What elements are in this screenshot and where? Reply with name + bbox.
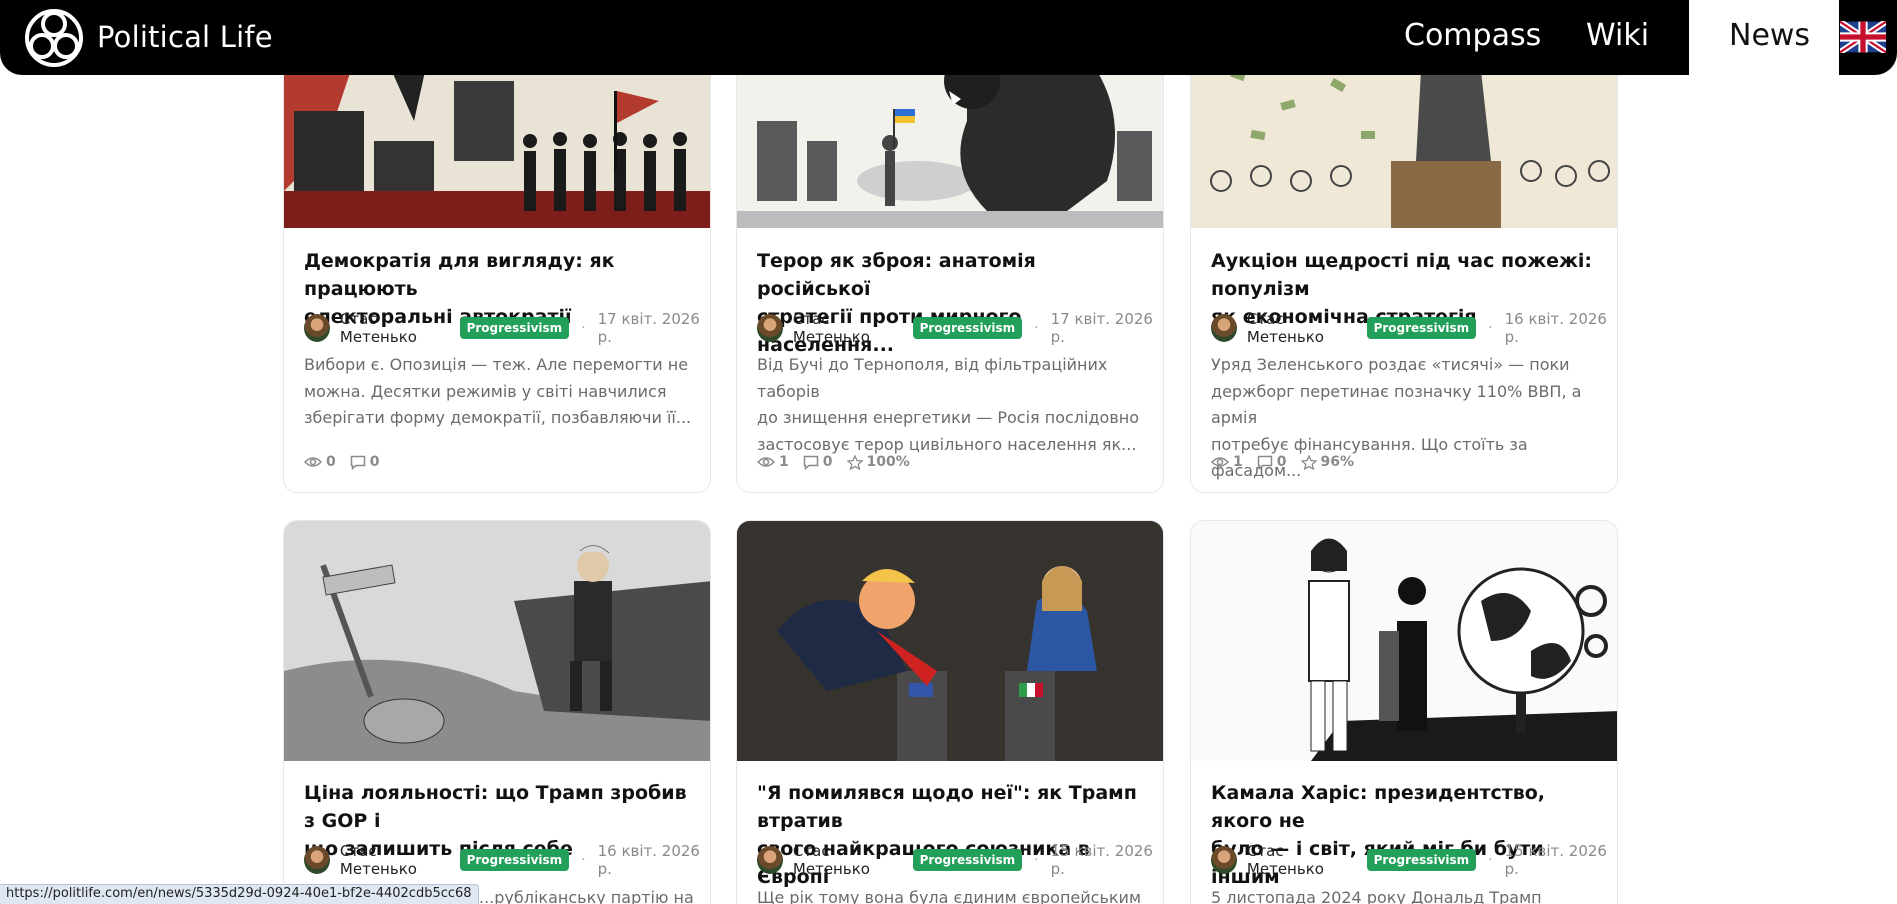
nav-wiki-link[interactable]: Wiki	[1586, 18, 1649, 53]
article-meta: Стас Метенько Progressivism · 15 квіт. 2…	[757, 842, 1163, 878]
nav-news-tab[interactable]: News	[1689, 0, 1839, 75]
article-excerpt: Вибори є. Опозиція — теж. Але перемогти …	[304, 355, 692, 427]
views-count: 1	[1233, 454, 1243, 470]
comments-stat: 0	[803, 454, 833, 470]
eye-icon	[304, 457, 322, 467]
publish-date: 15 квіт. 2026 р.	[1050, 842, 1153, 878]
rating-stat: 96%	[1300, 454, 1355, 470]
comments-stat: 0	[1257, 454, 1287, 470]
news-card[interactable]: Демократія для вигляду: як працюють елект…	[283, 30, 711, 493]
separator-dot: ·	[1034, 852, 1039, 868]
news-card[interactable]: Камала Харіс: президентство, якого не бул…	[1190, 520, 1618, 904]
article-stats: 1 0 96%	[1211, 451, 1368, 473]
publish-date: 17 квіт. 2026 р.	[597, 310, 700, 346]
article-meta: Стас Метенько Progressivism · 17 квіт. 2…	[304, 310, 710, 346]
top-navbar: Political Life Compass Wiki News	[0, 0, 1897, 75]
views-stat: 1	[1211, 454, 1243, 470]
views-count: 1	[779, 454, 789, 470]
avatar[interactable]	[757, 846, 783, 874]
publish-date: 16 квіт. 2026 р.	[1504, 310, 1607, 346]
rating-stat: 100%	[846, 454, 910, 470]
separator-dot: ·	[581, 320, 586, 336]
news-card[interactable]: Ціна лояльності: що Трамп зробив з GOP і…	[283, 520, 711, 904]
news-card[interactable]: Аукціон щедрості під час пожежі: популіз…	[1190, 30, 1618, 493]
avatar[interactable]	[304, 314, 330, 342]
author-name[interactable]: Стас Метенько	[340, 842, 450, 878]
article-illustration	[284, 521, 710, 761]
separator-dot: ·	[1488, 320, 1493, 336]
avatar[interactable]	[1211, 314, 1237, 342]
author-name[interactable]: Стас Метенько	[1247, 310, 1357, 346]
author-name[interactable]: Стас Метенько	[1247, 842, 1357, 878]
separator-dot: ·	[581, 852, 586, 868]
article-stats: 1 0 100%	[757, 451, 924, 473]
comments-count: 0	[369, 454, 380, 470]
brand-name[interactable]: Political Life	[97, 20, 273, 54]
publish-date: 15 квіт. 2026 р.	[1504, 842, 1607, 878]
avatar[interactable]	[757, 314, 783, 342]
publish-date: 16 квіт. 2026 р.	[597, 842, 700, 878]
uk-flag-icon[interactable]	[1840, 21, 1886, 53]
publish-date: 17 квіт. 2026 р.	[1050, 310, 1153, 346]
ideology-badge[interactable]: Progressivism	[912, 317, 1023, 339]
ideology-badge[interactable]: Progressivism	[459, 849, 570, 871]
article-meta: Стас Метенько Progressivism · 15 квіт. 2…	[1211, 842, 1617, 878]
article-meta: Стас Метенько Progressivism · 16 квіт. 2…	[1211, 310, 1617, 346]
ideology-badge[interactable]: Progressivism	[912, 849, 1023, 871]
article-meta: Стас Метенько Progressivism · 16 квіт. 2…	[304, 842, 710, 878]
rating-value: 96%	[1320, 454, 1355, 470]
avatar[interactable]	[304, 846, 330, 874]
article-excerpt: 5 листопада 2024 року Дональд Трамп отри…	[1211, 888, 1542, 904]
ideology-badge[interactable]: Progressivism	[1366, 317, 1477, 339]
article-illustration	[1191, 521, 1617, 761]
nav-news-label: News	[1729, 18, 1811, 53]
comment-icon	[350, 455, 365, 470]
author-name[interactable]: Стас Метенько	[340, 310, 450, 346]
article-meta: Стас Метенько Progressivism · 17 квіт. 2…	[757, 310, 1163, 346]
article-excerpt: Від Бучі до Тернополя, від фільтраційних…	[757, 355, 1139, 454]
star-icon	[1300, 454, 1317, 470]
link-status-bar: https://politlife.com/en/news/5335d29d-0…	[0, 884, 479, 904]
nav-compass-link[interactable]: Compass	[1404, 18, 1541, 53]
comments-stat: 0	[350, 454, 380, 470]
comments-count: 0	[822, 454, 833, 470]
author-name[interactable]: Стас Метенько	[793, 310, 903, 346]
news-card[interactable]: "Я помилявся щодо неї": як Трамп втратив…	[736, 520, 1164, 904]
star-icon	[846, 454, 863, 470]
views-stat: 0	[304, 454, 336, 470]
ideology-badge[interactable]: Progressivism	[459, 317, 570, 339]
separator-dot: ·	[1034, 320, 1039, 336]
article-illustration	[737, 521, 1163, 761]
views-count: 0	[326, 454, 336, 470]
comment-icon	[1257, 455, 1272, 470]
comment-icon	[803, 455, 818, 470]
avatar[interactable]	[1211, 846, 1237, 874]
eye-icon	[1211, 457, 1229, 467]
comments-count: 0	[1276, 454, 1287, 470]
rating-value: 100%	[866, 454, 910, 470]
views-stat: 1	[757, 454, 789, 470]
article-stats: 0 0	[304, 451, 394, 473]
news-card[interactable]: Терор як зброя: анатомія російської страт…	[736, 30, 1164, 493]
political-life-logo-icon[interactable]	[22, 6, 86, 70]
article-excerpt: Ще рік тому вона була єдиним європейськи…	[757, 888, 1142, 904]
separator-dot: ·	[1488, 852, 1493, 868]
author-name[interactable]: Стас Метенько	[793, 842, 903, 878]
ideology-badge[interactable]: Progressivism	[1366, 849, 1477, 871]
eye-icon	[757, 457, 775, 467]
